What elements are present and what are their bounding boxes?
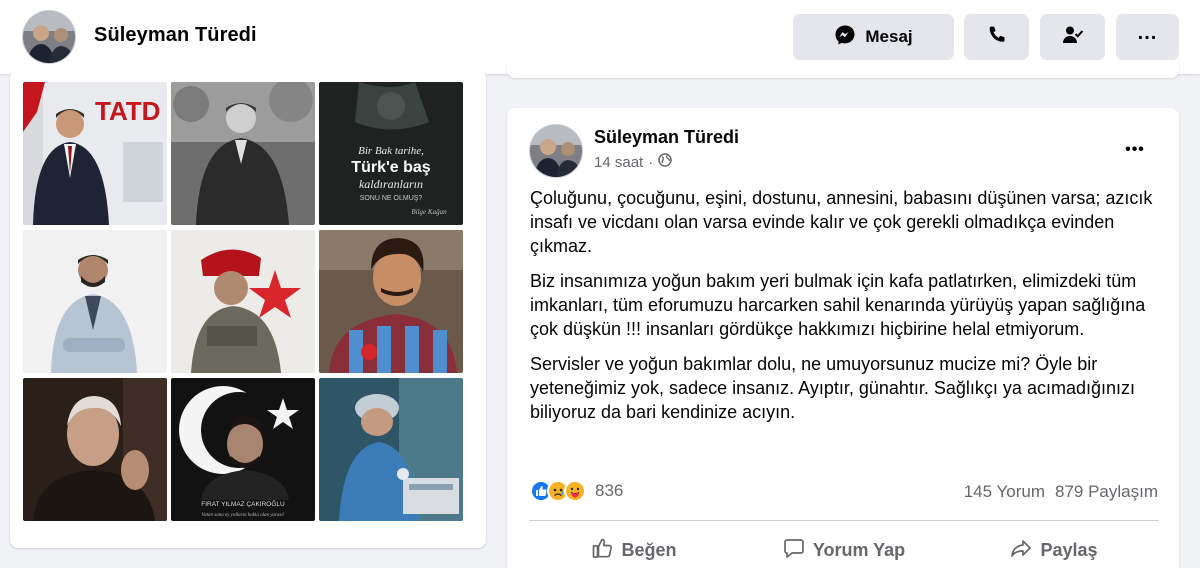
photo-doctor-portrait[interactable]: [23, 230, 167, 373]
post-paragraph-3: Servisler ve yoğun bakımlar dolu, ne umu…: [530, 354, 1135, 422]
comments-count[interactable]: 145 Yorum: [964, 482, 1045, 502]
shares-count[interactable]: 879 Paylaşım: [1055, 482, 1158, 502]
previous-post-card: [507, 60, 1179, 78]
portrait-caption-quote: Vatan sana ey yolların hakla olan yarası…: [202, 513, 285, 518]
share-button-label: Paylaş: [1040, 539, 1098, 560]
poster-line-2: Türk'e baş: [351, 159, 430, 176]
photo-tatd-portrait[interactable]: TATD: [23, 82, 167, 225]
friend-check-icon: [1062, 25, 1084, 50]
post-options-button[interactable]: •••: [1117, 132, 1153, 168]
like-button[interactable]: Beğen: [529, 530, 739, 568]
reaction-count[interactable]: 836: [595, 481, 623, 501]
like-button-label: Beğen: [621, 539, 677, 560]
photo-historic-portrait[interactable]: [171, 82, 315, 225]
photo-praying-man[interactable]: [23, 378, 167, 521]
post-author-avatar[interactable]: [529, 124, 583, 178]
globe-icon: [658, 153, 672, 171]
engagement-counts: 145 Yorum 879 Paylaşım: [964, 482, 1158, 502]
post-author-name[interactable]: Süleyman Türedi: [594, 127, 739, 148]
profile-name[interactable]: Süleyman Türedi: [94, 24, 257, 47]
comment-icon: [783, 537, 805, 564]
portrait-caption-name: FIRAT YILMAZ ÇAKIROĞLU: [201, 499, 285, 508]
poster-line-1: Bir Bak tarihe,: [358, 145, 424, 157]
photo-footballer-portrait[interactable]: [319, 230, 463, 373]
call-button[interactable]: [964, 14, 1029, 60]
photo-soldier-art[interactable]: [171, 230, 315, 373]
poster-line-3: kaldıranların: [359, 177, 423, 191]
poster-line-5: Bilge Kağan: [411, 208, 447, 216]
messenger-icon: [834, 24, 856, 51]
post-timestamp[interactable]: 14 saat: [594, 154, 643, 171]
thumbs-up-icon: [591, 537, 613, 564]
care-reaction-icon: [564, 480, 586, 502]
photo-lab-researcher[interactable]: [319, 378, 463, 521]
message-button-label: Mesaj: [865, 27, 913, 46]
photo-quote-poster[interactable]: Bir Bak tarihe, Türk'e baş kaldıranların…: [319, 82, 463, 225]
comment-button-label: Yorum Yap: [812, 539, 906, 560]
post-text: Çoluğunu, çocuğunu, eşini, dostunu, anne…: [530, 186, 1160, 435]
photos-card: TATD Bir Bak tarihe, Türk'e baş kaldıran…: [10, 70, 486, 548]
post-card: Süleyman Türedi 14 saat · ••• Çoluğunu, …: [507, 108, 1179, 568]
phone-icon: [987, 25, 1007, 50]
reaction-summary[interactable]: 836: [530, 480, 623, 502]
more-options-button[interactable]: ...: [1116, 14, 1179, 60]
share-icon: [1010, 537, 1032, 564]
profile-avatar[interactable]: [22, 10, 76, 64]
post-paragraph-2: Biz insanımıza yoğun bakım yeri bulmak i…: [530, 271, 1146, 339]
actions-divider: [529, 520, 1159, 521]
poster-line-4: SONU NE OLMUŞ?: [360, 195, 423, 202]
post-actions: Beğen Yorum Yap Paylaş: [529, 530, 1159, 568]
message-button[interactable]: Mesaj: [793, 14, 954, 60]
post-paragraph-1: Çoluğunu, çocuğunu, eşini, dostunu, anne…: [530, 188, 1153, 256]
photo-tatd-logo-text: TATD: [95, 96, 160, 126]
photo-grid: TATD Bir Bak tarihe, Türk'e baş kaldıran…: [23, 82, 463, 521]
friend-status-button[interactable]: [1040, 14, 1105, 60]
more-dots-icon: ...: [1137, 22, 1158, 44]
photo-crescent-star-portrait[interactable]: FIRAT YILMAZ ÇAKIROĞLU Vatan sana ey yol…: [171, 378, 315, 521]
meta-separator: ·: [648, 153, 654, 171]
more-dots-icon: •••: [1125, 141, 1145, 158]
share-button[interactable]: Paylaş: [949, 530, 1159, 568]
post-meta: 14 saat ·: [594, 153, 672, 171]
comment-button[interactable]: Yorum Yap: [739, 530, 949, 568]
